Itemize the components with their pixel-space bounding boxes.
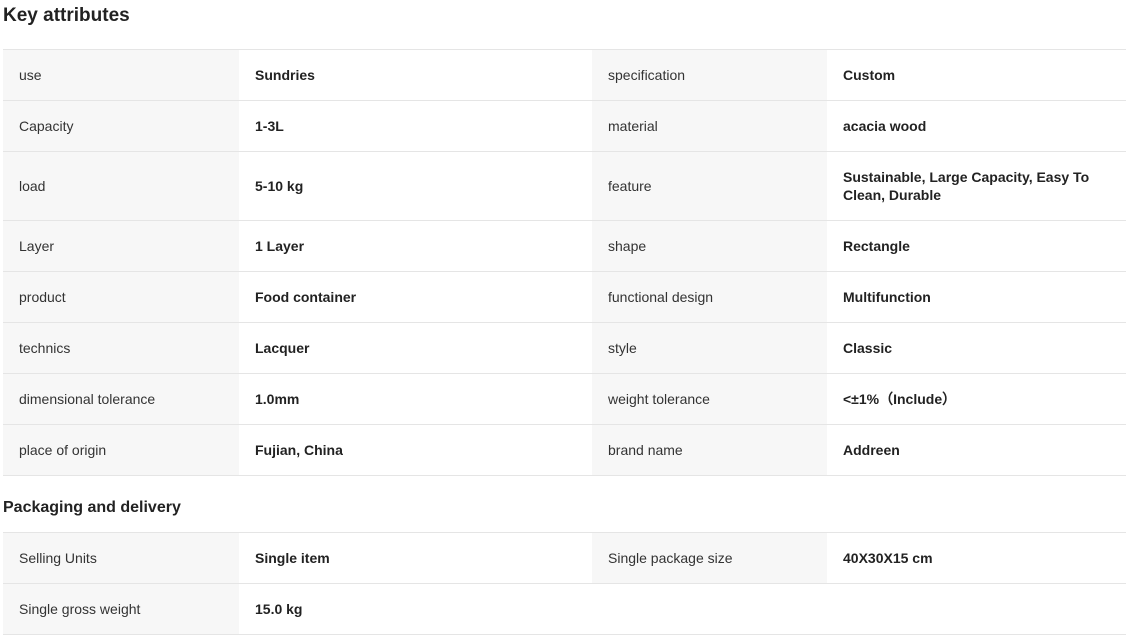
attribute-value: 40X30X15 cm bbox=[827, 532, 1126, 584]
attribute-value: 15.0 kg bbox=[239, 583, 592, 635]
attribute-value: Lacquer bbox=[239, 322, 592, 374]
attribute-empty-cell bbox=[592, 583, 827, 635]
attribute-key: Capacity bbox=[3, 100, 239, 152]
attribute-value: Food container bbox=[239, 271, 592, 323]
attribute-value: Fujian, China bbox=[239, 424, 592, 476]
packaging-delivery-table: Selling Units Single item Single package… bbox=[3, 532, 1126, 635]
attribute-value: Sustainable, Large Capacity, Easy To Cle… bbox=[827, 151, 1126, 221]
attribute-value: acacia wood bbox=[827, 100, 1126, 152]
attribute-key: functional design bbox=[592, 271, 827, 323]
attribute-row: technics Lacquer style Classic bbox=[3, 322, 1126, 374]
attribute-key: technics bbox=[3, 322, 239, 374]
packaging-delivery-title: Packaging and delivery bbox=[3, 499, 181, 516]
attribute-key: Single package size bbox=[592, 532, 827, 584]
attribute-key: brand name bbox=[592, 424, 827, 476]
attribute-key: place of origin bbox=[3, 424, 239, 476]
attribute-value: 5-10 kg bbox=[239, 151, 592, 221]
attribute-row: dimensional tolerance 1.0mm weight toler… bbox=[3, 373, 1126, 425]
key-attributes-table: use Sundries specification Custom Capaci… bbox=[3, 49, 1126, 476]
attribute-key: weight tolerance bbox=[592, 373, 827, 425]
attribute-value: Single item bbox=[239, 532, 592, 584]
attribute-value: Classic bbox=[827, 322, 1126, 374]
attribute-row: Capacity 1-3L material acacia wood bbox=[3, 100, 1126, 152]
attribute-value: Custom bbox=[827, 49, 1126, 101]
attribute-value: 1-3L bbox=[239, 100, 592, 152]
attribute-row: Selling Units Single item Single package… bbox=[3, 532, 1126, 584]
attribute-value: Sundries bbox=[239, 49, 592, 101]
attribute-row: use Sundries specification Custom bbox=[3, 49, 1126, 101]
attribute-value: Rectangle bbox=[827, 220, 1126, 272]
attribute-row: Layer 1 Layer shape Rectangle bbox=[3, 220, 1126, 272]
attribute-key: style bbox=[592, 322, 827, 374]
attribute-row: product Food container functional design… bbox=[3, 271, 1126, 323]
attribute-value: Multifunction bbox=[827, 271, 1126, 323]
attribute-value: 1.0mm bbox=[239, 373, 592, 425]
attribute-key: load bbox=[3, 151, 239, 221]
attribute-value: Addreen bbox=[827, 424, 1126, 476]
attribute-row: Single gross weight 15.0 kg bbox=[3, 583, 1126, 635]
attribute-row: load 5-10 kg feature Sustainable, Large … bbox=[3, 151, 1126, 221]
attribute-value: 1 Layer bbox=[239, 220, 592, 272]
attribute-row: place of origin Fujian, China brand name… bbox=[3, 424, 1126, 476]
attribute-key: Single gross weight bbox=[3, 583, 239, 635]
attribute-key: feature bbox=[592, 151, 827, 221]
attribute-key: material bbox=[592, 100, 827, 152]
key-attributes-title: Key attributes bbox=[3, 5, 130, 26]
attribute-key: shape bbox=[592, 220, 827, 272]
attribute-key: Layer bbox=[3, 220, 239, 272]
attribute-key: product bbox=[3, 271, 239, 323]
attribute-key: Selling Units bbox=[3, 532, 239, 584]
attribute-key: dimensional tolerance bbox=[3, 373, 239, 425]
attribute-key: specification bbox=[592, 49, 827, 101]
attribute-empty-cell bbox=[827, 583, 1126, 635]
attribute-value: <±1%（Include） bbox=[827, 373, 1126, 425]
attribute-key: use bbox=[3, 49, 239, 101]
